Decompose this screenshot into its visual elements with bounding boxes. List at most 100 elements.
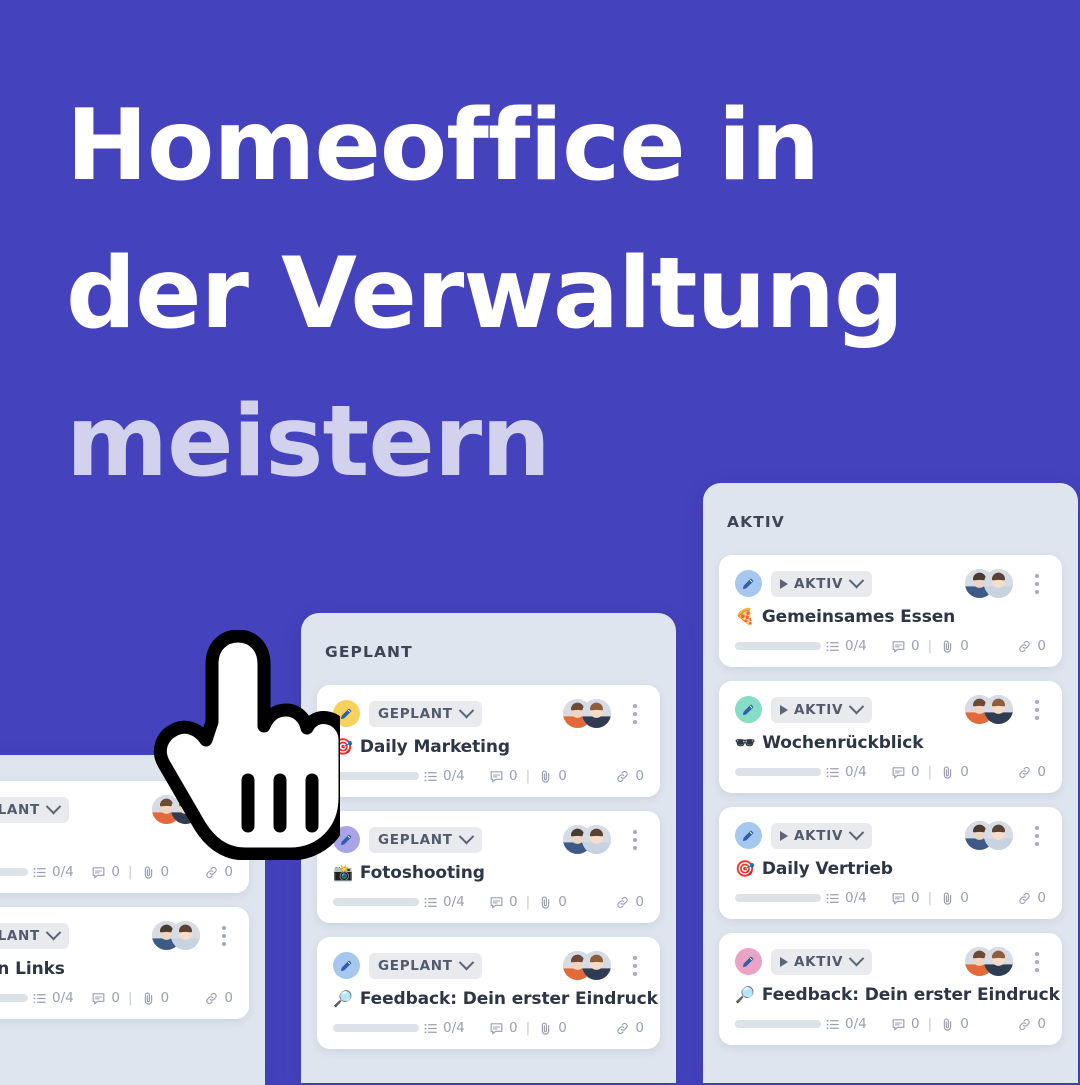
card-menu-icon[interactable] <box>215 799 233 820</box>
card-title[interactable]: 🔎 Feedback: Dein erster Eindruck <box>333 989 658 1009</box>
pencil-icon[interactable] <box>333 700 360 727</box>
link-counter: 0 <box>1017 638 1046 654</box>
status-badge[interactable]: GEPLANT <box>369 826 482 853</box>
comment-count: 0 <box>509 1020 518 1036</box>
checklist-value: 0/4 <box>845 1016 867 1032</box>
chevron-down-icon[interactable] <box>848 950 865 967</box>
avatar[interactable] <box>984 947 1013 976</box>
card-title[interactable]: 📸 Fotoshooting <box>333 863 644 883</box>
attachment-count: 0 <box>960 1016 969 1032</box>
status-badge[interactable]: AKTIV <box>771 696 873 723</box>
chevron-down-icon[interactable] <box>458 828 474 845</box>
chevron-down-icon[interactable] <box>848 572 865 589</box>
column-card-list: AKTIV 🍕 Gemeinsames Essen 0/4 0 | 0 0 AKTIV 🕶 Woch… <box>703 531 1078 1045</box>
checklist-value: 0/4 <box>52 864 74 880</box>
comment-count: 0 <box>509 894 518 910</box>
pencil-icon[interactable] <box>735 822 762 849</box>
checklist-value: 0/4 <box>443 1020 465 1036</box>
status-badge[interactable]: PLANT <box>0 796 69 823</box>
avatar[interactable] <box>984 569 1013 598</box>
status-badge[interactable]: PLANT <box>0 922 69 949</box>
pencil-icon[interactable] <box>735 570 762 597</box>
assignee-avatars[interactable] <box>965 821 1013 850</box>
task-card[interactable]: GEPLANT 🔎 Feedback: Dein erster Eindruck 0/… <box>317 937 660 1049</box>
assignee-avatars[interactable] <box>152 795 200 824</box>
pencil-icon[interactable] <box>735 948 762 975</box>
card-header: GEPLANT <box>333 951 644 980</box>
avatar[interactable] <box>984 695 1013 724</box>
column-card-list: GEPLANT 🎯 Daily Marketing 0/4 0 | 0 0 GEPLANT 📸 Fo… <box>301 661 676 1049</box>
progress-bar <box>0 994 28 1002</box>
avatar[interactable] <box>171 921 200 950</box>
status-badge[interactable]: AKTIV <box>771 570 873 597</box>
progress-bar <box>735 768 821 776</box>
chevron-down-icon[interactable] <box>848 698 865 715</box>
play-icon <box>780 830 788 841</box>
card-menu-icon[interactable] <box>1028 573 1046 594</box>
link-counter: 0 <box>615 768 644 784</box>
card-header: GEPLANT <box>333 825 644 854</box>
chevron-down-icon[interactable] <box>848 824 865 841</box>
chevron-down-icon[interactable] <box>458 954 474 971</box>
card-title[interactable]: 🔎 Feedback: Dein erster Eindruck <box>735 985 1060 1005</box>
card-menu-icon[interactable] <box>1028 951 1046 972</box>
status-badge[interactable]: AKTIV <box>771 948 873 975</box>
status-badge[interactable]: GEPLANT <box>369 952 482 979</box>
checklist-counter: 0/4 <box>825 764 867 780</box>
checklist-value: 0/4 <box>52 990 74 1006</box>
card-title[interactable]: 🕶 Wochenrückblick <box>735 733 1046 753</box>
avatar[interactable] <box>984 821 1013 850</box>
status-badge[interactable]: GEPLANT <box>369 700 482 727</box>
kanban-column-aktiv[interactable]: AKTIV AKTIV 🍕 Gemeinsames Essen 0/4 0 | 0 0 AKTIV… <box>703 483 1078 1083</box>
task-card[interactable]: AKTIV 🕶 Wochenrückblick 0/4 0 | 0 0 <box>719 681 1062 793</box>
status-badge[interactable]: AKTIV <box>771 822 873 849</box>
assignee-avatars[interactable] <box>965 695 1013 724</box>
card-menu-icon[interactable] <box>1028 699 1046 720</box>
assignee-avatars[interactable] <box>563 825 611 854</box>
card-title[interactable]: 🎯 Daily Marketing <box>333 737 644 757</box>
chevron-down-icon[interactable] <box>45 798 62 815</box>
attachment-count: 0 <box>160 864 170 880</box>
avatar[interactable] <box>582 951 611 980</box>
chevron-down-icon[interactable] <box>458 702 474 719</box>
assignee-avatars[interactable] <box>563 951 611 980</box>
pencil-icon[interactable] <box>735 696 762 723</box>
status-badge-label: GEPLANT <box>378 831 453 848</box>
comments-attachments: 0 | 0 <box>489 1020 567 1036</box>
assignee-avatars[interactable] <box>965 569 1013 598</box>
task-card[interactable]: GEPLANT 📸 Fotoshooting 0/4 0 | 0 0 <box>317 811 660 923</box>
card-footer: 0/4 0 | 0 0 <box>0 864 233 880</box>
task-card[interactable]: GEPLANT 🎯 Daily Marketing 0/4 0 | 0 0 <box>317 685 660 797</box>
avatar[interactable] <box>171 795 200 824</box>
assignee-avatars[interactable] <box>563 699 611 728</box>
link-counter: 0 <box>1017 1016 1046 1032</box>
task-card[interactable]: AKTIV 🍕 Gemeinsames Essen 0/4 0 | 0 0 <box>719 555 1062 667</box>
kanban-column-geplant[interactable]: GEPLANT GEPLANT 🎯 Daily Marketing 0/4 0 | 0 0 GEP… <box>301 613 676 1083</box>
task-card[interactable]: AKTIV 🔎 Feedback: Dein erster Eindruck 0/4 0… <box>719 933 1062 1045</box>
card-menu-icon[interactable] <box>626 829 644 850</box>
card-menu-icon[interactable] <box>626 955 644 976</box>
card-emoji-icon: 🔎 <box>735 985 755 1004</box>
card-title[interactable]: 🎯 Daily Vertrieb <box>735 859 1046 879</box>
avatar[interactable] <box>582 699 611 728</box>
pencil-icon[interactable] <box>333 826 360 853</box>
assignee-avatars[interactable] <box>965 947 1013 976</box>
task-card[interactable]: PLANT tigsten Links 0/4 0 | 0 0 <box>0 907 249 1019</box>
checklist-counter: 0/4 <box>423 1020 465 1036</box>
card-title[interactable]: 🍕 Gemeinsames Essen <box>735 607 1046 627</box>
assignee-avatars[interactable] <box>152 921 200 950</box>
card-menu-icon[interactable] <box>1028 825 1046 846</box>
card-header: GEPLANT <box>333 699 644 728</box>
chevron-down-icon[interactable] <box>45 924 62 941</box>
task-card[interactable]: AKTIV 🎯 Daily Vertrieb 0/4 0 | 0 0 <box>719 807 1062 919</box>
card-menu-icon[interactable] <box>626 703 644 724</box>
card-title[interactable]: tigsten Links <box>0 959 233 979</box>
avatar[interactable] <box>582 825 611 854</box>
kanban-column-left[interactable]: PLANT Team! 0/4 0 | 0 0 PLANT tigsten Links 0/4 0 |… <box>0 755 265 1085</box>
card-title[interactable]: Team! <box>0 833 233 853</box>
task-card[interactable]: PLANT Team! 0/4 0 | 0 0 <box>0 781 249 893</box>
status-badge-label: AKTIV <box>794 575 844 592</box>
card-title-text: Feedback: Dein erster Eindruck <box>359 989 658 1009</box>
pencil-icon[interactable] <box>333 952 360 979</box>
card-menu-icon[interactable] <box>215 925 233 946</box>
